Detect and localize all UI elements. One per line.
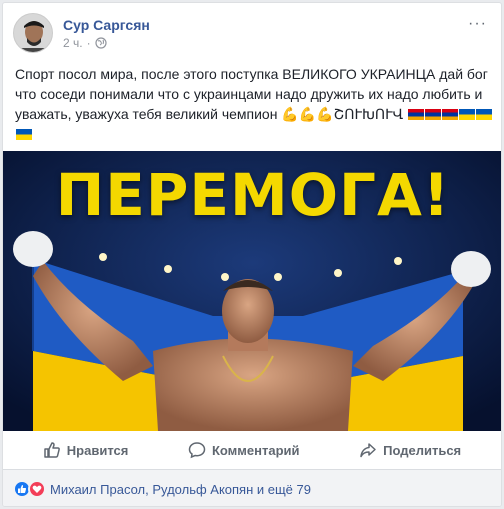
armenia-flag-icon — [408, 109, 425, 120]
reaction-icons[interactable] — [13, 480, 46, 498]
image-headline: ПЕРЕМОГА! — [55, 161, 451, 229]
reactions-summary[interactable]: Михаил Прасол, Рудольф Акопян и ещё 79 — [50, 482, 311, 497]
share-label: Поделиться — [383, 442, 462, 458]
ukraine-flag-icon — [476, 109, 493, 120]
share-button[interactable]: Поделиться — [359, 441, 461, 459]
speech-bubble-icon — [188, 442, 206, 459]
more-options-button[interactable]: ··· — [468, 16, 487, 32]
timestamp[interactable]: 2 ч. — [63, 34, 83, 52]
armenia-flag-icon — [425, 109, 442, 120]
ukraine-flag-icon — [16, 129, 32, 140]
globe-icon — [94, 37, 107, 49]
like-button[interactable]: Нравится — [43, 441, 129, 459]
armenia-flag-icon — [442, 109, 459, 120]
dot-separator: · — [86, 36, 91, 50]
comment-button[interactable]: Комментарий — [188, 441, 300, 459]
heart-reaction-icon — [28, 480, 46, 498]
comment-label: Комментарий — [211, 442, 300, 458]
author-name[interactable]: Сур Саргсян — [63, 16, 150, 34]
thumbs-up-icon — [44, 442, 60, 458]
post-text: Спорт посол мира, после этого поступка В… — [15, 64, 495, 144]
like-label: Нравится — [66, 442, 129, 458]
feed-post: Сур Саргсян 2 ч. · ··· Спорт посол мира,… — [2, 2, 502, 507]
reactions-bar: Михаил Прасол, Рудольф Акопян и ещё 79 — [3, 470, 501, 506]
post-header: Сур Саргсян 2 ч. · — [13, 13, 150, 57]
post-actions: Нравится Комментарий Поделиться — [13, 433, 491, 467]
post-time: 2 ч. · — [63, 34, 150, 52]
post-image[interactable]: ПЕРЕМОГА! — [3, 151, 501, 431]
avatar[interactable] — [13, 13, 53, 53]
ukraine-flag-icon — [459, 109, 476, 120]
share-arrow-icon — [360, 443, 376, 458]
